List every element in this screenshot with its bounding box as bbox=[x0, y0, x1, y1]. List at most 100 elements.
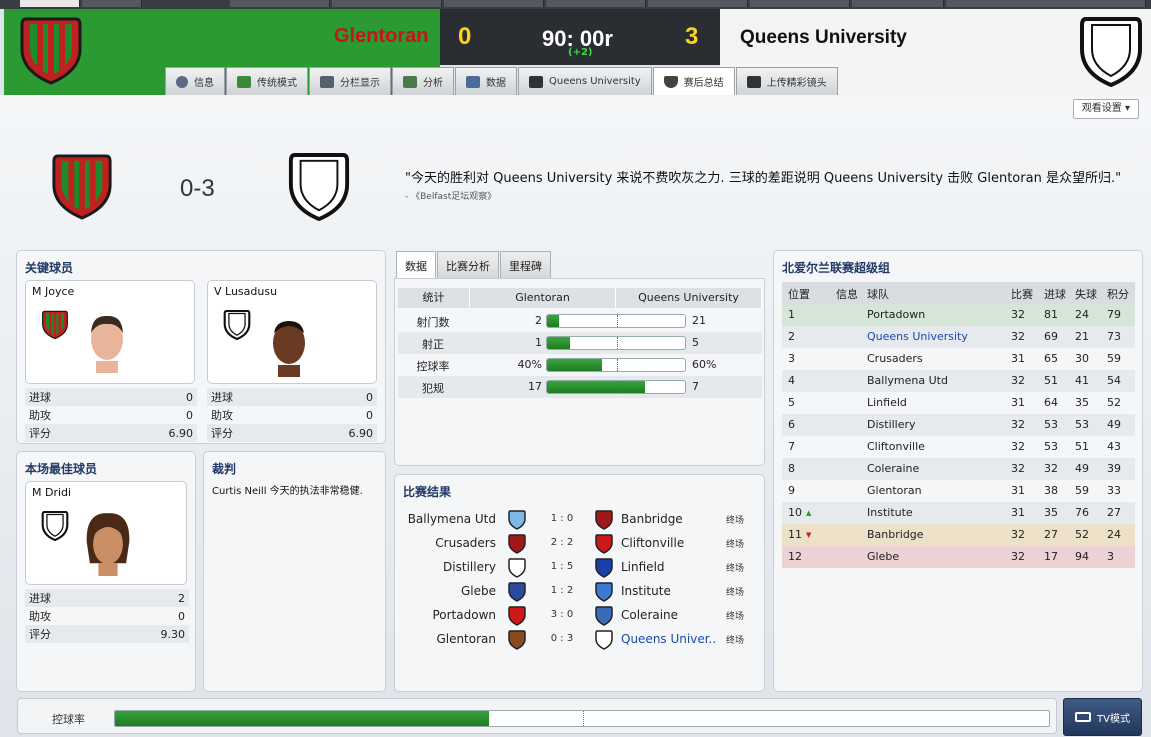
stat-row: 进球 2 bbox=[25, 589, 189, 607]
col-points[interactable]: 积分 bbox=[1107, 286, 1129, 302]
cell-team[interactable]: Banbridge bbox=[867, 528, 924, 541]
result-away-team[interactable]: Banbridge bbox=[621, 512, 683, 526]
cell-team[interactable]: Queens University bbox=[867, 330, 968, 343]
league-table-row[interactable]: 2 Queens University 32 69 21 73 bbox=[782, 326, 1135, 348]
top-tab-7[interactable] bbox=[648, 0, 748, 7]
result-away-team[interactable]: Coleraine bbox=[621, 608, 678, 622]
result-row[interactable]: Crusaders 2 : 2 Cliftonville 终场 bbox=[395, 531, 766, 555]
top-tab-9[interactable] bbox=[852, 0, 944, 7]
result-status: 终场 bbox=[726, 636, 745, 646]
result-away-team[interactable]: Institute bbox=[621, 584, 671, 598]
result-away-team[interactable]: Cliftonville bbox=[621, 536, 684, 550]
result-score: 1 : 5 bbox=[550, 561, 574, 572]
result-row[interactable]: Portadown 3 : 0 Coleraine 终场 bbox=[395, 603, 766, 627]
cell-goals-for: 53 bbox=[1044, 440, 1058, 453]
result-home-team[interactable]: Glentoran bbox=[436, 632, 496, 646]
league-table-row[interactable]: 12 Glebe 32 17 94 3 bbox=[782, 546, 1135, 568]
tab-analysis[interactable]: 分析 bbox=[392, 67, 454, 95]
top-tab-3[interactable] bbox=[230, 0, 330, 7]
possession-bar-midline bbox=[583, 711, 584, 726]
league-table-row[interactable]: 11 ▼ Banbridge 32 27 52 24 bbox=[782, 524, 1135, 546]
cell-team[interactable]: Glentoran bbox=[867, 484, 922, 497]
cell-played: 31 bbox=[1011, 352, 1025, 365]
tab-split-view[interactable]: 分栏显示 bbox=[309, 67, 391, 95]
stat-label: 进球 bbox=[29, 391, 51, 404]
cell-team[interactable]: Coleraine bbox=[867, 462, 919, 475]
col-played[interactable]: 比赛 bbox=[1011, 286, 1033, 302]
tv-mode-button[interactable]: TV模式 bbox=[1063, 698, 1142, 736]
possession-bar-fill bbox=[115, 711, 489, 726]
top-tab-6[interactable] bbox=[546, 0, 646, 7]
tab-team[interactable]: Queens University bbox=[518, 67, 652, 95]
cell-goals-against: 41 bbox=[1075, 374, 1089, 387]
cell-team[interactable]: Distillery bbox=[867, 418, 916, 431]
col-info[interactable]: 信息 bbox=[836, 286, 858, 302]
top-tab-4[interactable] bbox=[332, 0, 442, 7]
tab-upload-highlights[interactable]: 上传精彩镜头 bbox=[735, 67, 838, 95]
possession-bar bbox=[114, 710, 1050, 727]
col-goals-for[interactable]: 进球 bbox=[1044, 286, 1066, 302]
result-away-team[interactable]: Linfield bbox=[621, 560, 665, 574]
view-settings-dropdown[interactable]: 观看设置 ▾ bbox=[1072, 99, 1139, 119]
player-card[interactable]: M Joyce bbox=[25, 280, 195, 384]
cell-team[interactable]: Glebe bbox=[867, 550, 899, 563]
final-score: 0-3 bbox=[180, 175, 215, 202]
tab-classic[interactable]: 传统模式 bbox=[226, 67, 308, 95]
player-name[interactable]: V Lusadusu bbox=[214, 285, 277, 298]
league-table-row[interactable]: 5 Linfield 31 64 35 52 bbox=[782, 392, 1135, 414]
top-tab-8[interactable] bbox=[750, 0, 850, 7]
league-table-row[interactable]: 9 Glentoran 31 38 59 33 bbox=[782, 480, 1135, 502]
result-home-team[interactable]: Glebe bbox=[461, 584, 496, 598]
league-table-row[interactable]: 10 ▲ Institute 31 35 76 27 bbox=[782, 502, 1135, 524]
cell-team[interactable]: Portadown bbox=[867, 308, 925, 321]
home-crest-icon bbox=[508, 510, 526, 533]
tab-match-analysis[interactable]: 比赛分析 bbox=[437, 251, 499, 279]
cell-team[interactable]: Crusaders bbox=[867, 352, 923, 365]
away-team-name[interactable]: Queens University bbox=[740, 27, 907, 49]
result-home-team[interactable]: Crusaders bbox=[435, 536, 496, 550]
stat-row: 评分 9.30 bbox=[25, 625, 189, 643]
stat-away-value: 21 bbox=[692, 314, 706, 327]
league-table-row[interactable]: 7 Cliftonville 32 53 51 43 bbox=[782, 436, 1135, 458]
result-row[interactable]: Distillery 1 : 5 Linfield 终场 bbox=[395, 555, 766, 579]
top-tab-10[interactable] bbox=[946, 0, 1146, 7]
result-status: 终场 bbox=[726, 564, 745, 574]
player-face-icon bbox=[91, 315, 123, 373]
result-row[interactable]: Ballymena Utd 1 : 0 Banbridge 终场 bbox=[395, 507, 766, 531]
league-table-panel: 北爱尔兰联赛超级组 位置 信息 球队 比赛 进球 失球 积分 1 Portadow… bbox=[773, 250, 1143, 692]
league-table-row[interactable]: 8 Coleraine 32 32 49 39 bbox=[782, 458, 1135, 480]
tab-milestones[interactable]: 里程碑 bbox=[500, 251, 551, 279]
result-row[interactable]: Glebe 1 : 2 Institute 终场 bbox=[395, 579, 766, 603]
stat-value: 9.30 bbox=[160, 627, 186, 641]
col-goals-against[interactable]: 失球 bbox=[1075, 286, 1097, 302]
cell-team[interactable]: Cliftonville bbox=[867, 440, 925, 453]
top-tab-5[interactable] bbox=[444, 0, 544, 7]
col-position[interactable]: 位置 bbox=[788, 286, 810, 302]
cell-team[interactable]: Institute bbox=[867, 506, 913, 519]
col-team[interactable]: 球队 bbox=[867, 286, 889, 302]
league-table-row[interactable]: 6 Distillery 32 53 53 49 bbox=[782, 414, 1135, 436]
player-name[interactable]: M Joyce bbox=[32, 285, 74, 298]
cell-team[interactable]: Linfield bbox=[867, 396, 907, 409]
player-name[interactable]: M Dridi bbox=[32, 486, 71, 499]
result-row[interactable]: Glentoran 0 : 3 Queens Univer.. 终场 bbox=[395, 627, 766, 651]
tab-stats[interactable]: 数据 bbox=[455, 67, 517, 95]
tab-stats-data[interactable]: 数据 bbox=[396, 251, 436, 279]
stats-header-home: Glentoran bbox=[470, 288, 616, 308]
cell-team[interactable]: Ballymena Utd bbox=[867, 374, 948, 387]
tab-match-summary[interactable]: 赛后总结 bbox=[652, 67, 735, 95]
league-table-row[interactable]: 4 Ballymena Utd 32 51 41 54 bbox=[782, 370, 1135, 392]
tab-info[interactable]: 信息 bbox=[165, 67, 225, 95]
player-card[interactable]: V Lusadusu bbox=[207, 280, 377, 384]
player-card[interactable]: M Dridi bbox=[25, 481, 187, 585]
result-home-team[interactable]: Ballymena Utd bbox=[408, 512, 496, 526]
result-home-team[interactable]: Portadown bbox=[432, 608, 496, 622]
result-home-team[interactable]: Distillery bbox=[443, 560, 496, 574]
top-tab-1[interactable] bbox=[20, 0, 80, 7]
league-table-row[interactable]: 3 Crusaders 31 65 30 59 bbox=[782, 348, 1135, 370]
home-team-name[interactable]: Glentoran bbox=[334, 25, 428, 48]
league-table-row[interactable]: 1 Portadown 32 81 24 79 bbox=[782, 304, 1135, 326]
result-away-team[interactable]: Queens Univer.. bbox=[621, 632, 716, 646]
top-tab-2[interactable] bbox=[82, 0, 142, 7]
cell-points: 54 bbox=[1107, 374, 1121, 387]
